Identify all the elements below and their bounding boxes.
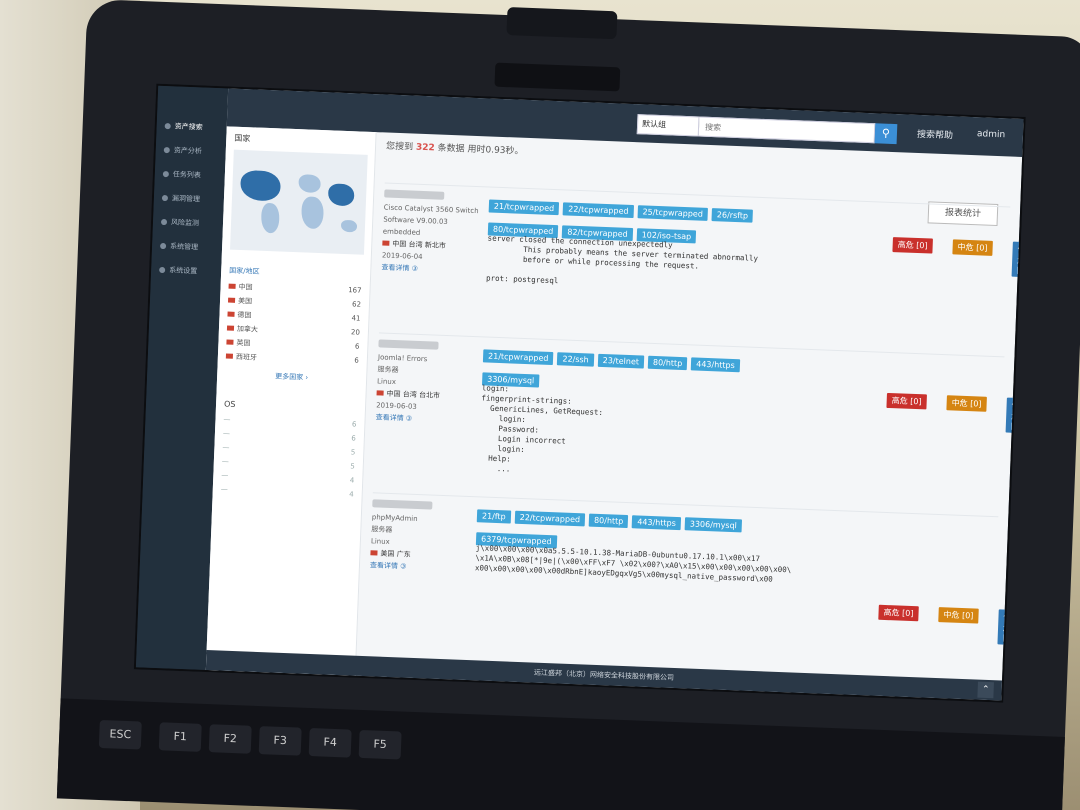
result-card: Cisco Catalyst 3560 Switch Software V9.0… [379,182,1026,347]
result-card: Joomla! Errors 服务器 Linux 中国 台湾 台北市 2019-… [373,332,1026,507]
map-region-china [327,183,355,207]
scroll-top-button[interactable]: ⌃ [977,681,994,699]
chart-icon [163,146,170,154]
redacted-ip [378,339,439,350]
search-group-select[interactable]: 默认组 [636,114,700,137]
risk-high-badge[interactable]: 高危 [0] [878,604,919,622]
sidebar-item-analysis[interactable]: 资产分析 [155,138,226,165]
stats-panel: 国家 国家/地区 中国 167 美国 62 德国 41 加拿大 20 英国 6 西班牙 6 … [205,126,377,676]
map-region-africa [300,196,325,230]
sidebar-item-search[interactable]: 资产搜索 [156,114,227,141]
flag-icon [226,339,234,345]
webcam-hinge [506,7,618,40]
sidebar-item-settings[interactable]: 系统设置 [151,258,222,285]
list-icon [162,170,169,178]
flag-icon [370,550,378,556]
view-detail-link[interactable]: 查看详情 ③ [370,561,407,570]
flag-icon [228,283,236,289]
sidebar-item-label: 系统管理 [169,242,199,252]
webcam [494,62,621,92]
port-badge[interactable]: 21/tcpwrapped [488,199,560,216]
flag-icon [376,390,384,396]
view-detail-link[interactable]: 查看详情 ③ [376,413,413,422]
sidebar-item-label: 资产分析 [173,146,202,156]
map-region-europe [298,174,321,194]
result-meta: Joomla! Errors 服务器 Linux 中国 台湾 台北市 2019-… [375,339,473,427]
search-button[interactable]: ⚲ [874,123,898,145]
sidebar-item-label: 资产搜索 [174,122,203,132]
search-icon: ⚲ [881,126,891,140]
main-panel: 默认组 ⚲ 搜索帮助 admin 国家 国家/地区 中国167 [205,88,1026,701]
key-f3: F3 [258,726,302,756]
search-help-link[interactable]: 搜索帮助 [917,127,953,141]
port-badge[interactable]: 80/http [588,513,629,529]
search-bar: 默认组 ⚲ [636,114,898,145]
flag-icon [226,325,235,331]
sidebar-item-label: 风险监测 [170,218,200,228]
key-f5: F5 [358,729,402,760]
chevron-up-icon: ⌃ [981,684,990,696]
result-meta: phpMyAdmin 服务器 Linux 美国 广东 查看详情 ③ [370,499,468,575]
port-badge[interactable]: 443/https [632,515,682,531]
search-input[interactable] [698,116,876,144]
sidebar-item-label: 任务列表 [172,170,201,180]
sidebar-item-label: 系统设置 [169,266,198,276]
port-badge[interactable]: 22/ssh [557,352,594,367]
port-badge[interactable]: 21/tcpwrapped [482,349,554,366]
map-region-south-america [260,202,280,234]
redacted-ip [384,189,445,200]
sidebar-item-system[interactable]: 系统管理 [152,234,223,261]
laptop: 资产搜索 资产分析 任务列表 漏洞管理 风险监测 系统管理 系统设置 默认组 ⚲… [56,0,1080,810]
key-f1: F1 [158,722,202,752]
flag-icon [227,297,236,303]
port-badge[interactable]: 22/tcpwrapped [562,202,634,219]
laptop-screen: 资产搜索 资产分析 任务列表 漏洞管理 风险监测 系统管理 系统设置 默认组 ⚲… [133,83,1026,703]
service-banner: login: fingerprint-strings: GenericLines… [478,383,604,474]
result-card: phpMyAdmin 服务器 Linux 美国 广东 查看详情 ③ 21/ftp… [367,492,1021,657]
risk-mid-badge[interactable]: 中危 [0] [952,239,993,256]
gear-icon [159,242,167,250]
sidebar-item-tasks[interactable]: 任务列表 [154,162,225,189]
eye-icon [160,218,168,226]
world-map [230,149,368,255]
service-banner: server closed the connection unexpectedl… [485,233,759,286]
sidebar-item-vulns[interactable]: 漏洞管理 [153,186,224,213]
port-badge[interactable]: 3306/mysql [684,517,743,533]
risk-mid-badge[interactable]: 中危 [0] [938,607,979,624]
map-region-north-america [239,169,282,202]
port-badge[interactable]: 80/http [647,355,688,371]
key-esc: ESC [98,719,142,750]
port-badge[interactable]: 21/ftp [476,509,511,524]
risk-low-badge[interactable]: 低危 [0] [1011,241,1026,278]
flag-icon [225,353,234,359]
redacted-ip [372,499,433,510]
port-badge[interactable]: 22/tcpwrapped [514,510,586,527]
port-badge[interactable]: 25/tcpwrapped [637,205,709,221]
risk-low-badge[interactable]: 低危 [0] [1005,397,1026,434]
risk-mid-badge[interactable]: 中危 [0] [946,395,987,412]
view-detail-link[interactable]: 查看详情 ③ [381,263,418,272]
sidebar-item-monitor[interactable]: 风险监测 [153,210,224,237]
risk-low-badge[interactable]: 低危 [0] [997,609,1021,646]
key-f2: F2 [208,724,252,754]
key-f4: F4 [308,728,352,758]
search-icon [164,123,171,130]
user-menu[interactable]: admin [977,129,1006,140]
sidebar-item-label: 漏洞管理 [171,194,201,204]
risk-high-badge[interactable]: 高危 [0] [886,392,927,410]
bug-icon [161,194,169,202]
risk-high-badge[interactable]: 高危 [0] [892,237,933,254]
results-panel: 您搜到 322 条数据 用时0.93秒。 报表统计 Cisco Catalyst… [356,132,1026,700]
flag-icon [227,311,235,317]
flag-icon [382,240,390,246]
wrench-icon [159,266,166,274]
result-meta: Cisco Catalyst 3560 Switch Software V9.0… [381,189,479,277]
port-badge[interactable]: 23/telnet [597,353,645,369]
port-badge[interactable]: 443/https [690,357,741,373]
keyboard: ESC F1 F2 F3 F4 F5 [56,698,1065,810]
map-region-australia [340,219,358,233]
port-badge[interactable]: 26/rsftp [711,208,754,223]
